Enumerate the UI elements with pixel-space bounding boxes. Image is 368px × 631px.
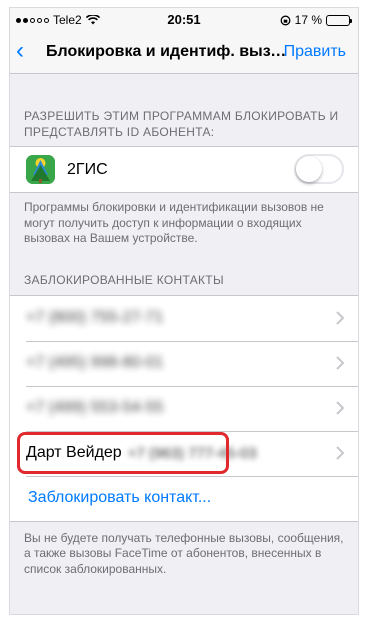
apps-group: 2ГИС	[10, 146, 358, 193]
settings-screen: Tele2 20:51 17 % ‹ Блокировка и идентиф.…	[10, 8, 358, 614]
toggle-knob	[296, 156, 322, 182]
blocked-contacts-group: +7 (800) 755-27-71 +7 (495) 998-80-01 +7…	[10, 294, 358, 522]
blocked-number: +7 (499) 553-54-55	[26, 399, 164, 416]
chevron-right-icon	[336, 400, 345, 415]
edit-button[interactable]: Править	[284, 43, 346, 61]
battery-icon	[326, 14, 352, 26]
app-name: 2ГИС	[67, 160, 108, 178]
blocked-number-row[interactable]: +7 (499) 553-54-55	[10, 385, 358, 431]
block-contact-row[interactable]: Заблокировать контакт...	[10, 475, 358, 521]
apps-section-footer: Программы блокировки и идентификации выз…	[24, 200, 324, 245]
back-chevron-icon[interactable]: ‹	[16, 39, 24, 63]
chevron-right-icon	[336, 310, 345, 325]
2gis-app-icon	[26, 155, 55, 184]
call-blocking-toggle[interactable]	[294, 154, 344, 184]
battery-group: 17 %	[280, 13, 352, 27]
highlight-frame	[17, 432, 229, 474]
blocked-number-row[interactable]: +7 (495) 998-80-01	[10, 340, 358, 386]
blocked-number-row[interactable]: +7 (800) 755-27-71	[10, 296, 358, 341]
orientation-lock-icon	[280, 15, 291, 25]
blocked-number: +7 (800) 755-27-71	[26, 309, 164, 326]
page-title: Блокировка и идентиф. вызо...	[46, 43, 290, 60]
apps-section-header: Разрешить этим программам блокировать и …	[24, 109, 339, 139]
navigation-bar: ‹ Блокировка и идентиф. вызо... Править	[10, 30, 358, 74]
blocked-section-footer: Вы не будете получать телефонные вызовы,…	[24, 530, 344, 576]
blocked-number: +7 (495) 998-80-01	[26, 354, 164, 371]
chevron-right-icon	[336, 355, 345, 370]
blocked-section-header: Заблокированные контакты	[24, 272, 224, 287]
status-bar: Tele2 20:51 17 %	[10, 8, 358, 30]
block-contact-button[interactable]: Заблокировать контакт...	[28, 489, 211, 507]
app-row-2gis[interactable]: 2ГИС	[10, 147, 358, 192]
chevron-right-icon	[336, 445, 345, 460]
battery-percent: 17 %	[294, 13, 322, 27]
